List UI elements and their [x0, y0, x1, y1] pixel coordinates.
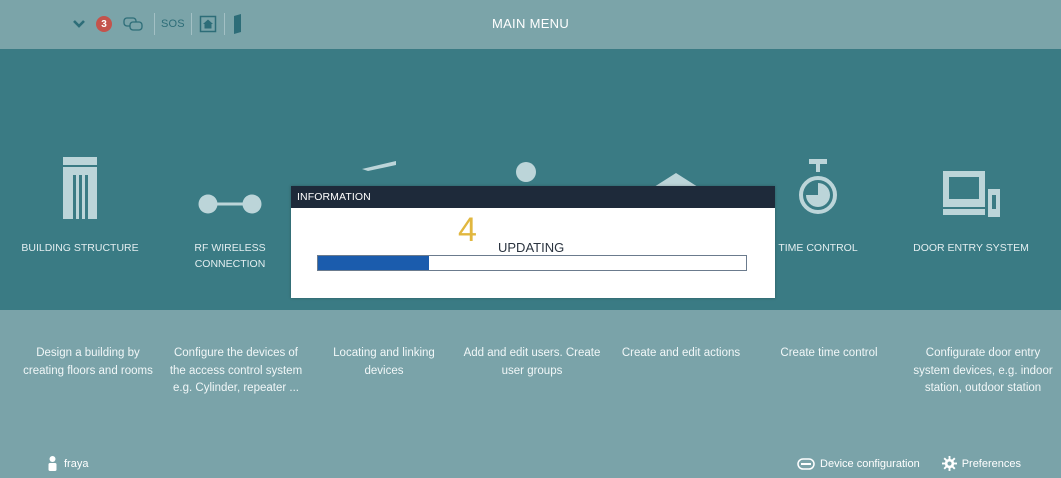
- information-dialog: INFORMATION 4 UPDATING: [291, 186, 775, 298]
- tile-description: Create time control: [780, 347, 878, 359]
- link-icon: [160, 159, 300, 219]
- progress-bar: [317, 255, 747, 271]
- tile-description: Configure the devices of the access cont…: [169, 347, 303, 394]
- tile-label: DOOR ENTRY SYSTEM: [913, 242, 1029, 254]
- user-icon: [48, 456, 57, 471]
- tile-label: BUILDING STRUCTURE: [21, 242, 139, 254]
- tile-building-structure[interactable]: BUILDING STRUCTURE: [10, 49, 150, 310]
- tile-label: RF WIRELESS CONNECTION: [194, 242, 266, 270]
- device-configuration-button[interactable]: Device configuration: [797, 458, 920, 470]
- footer-actions: Device configuration Preferences: [775, 456, 1021, 471]
- device-icon: [797, 457, 815, 470]
- tile-description: Create and edit actions: [621, 347, 741, 359]
- door-entry-icon: [901, 159, 1041, 219]
- preferences-button[interactable]: Preferences: [941, 456, 1021, 471]
- tile-description: Configurate door entry system devices, e…: [913, 347, 1053, 394]
- dialog-title: INFORMATION: [291, 186, 775, 208]
- building-icon: [10, 157, 150, 219]
- tile-description: Locating and linking devices: [333, 347, 435, 377]
- user-info[interactable]: fraya: [48, 456, 88, 471]
- page-title: MAIN MENU: [491, 16, 570, 31]
- tile-description: Design a building by creating floors and…: [23, 347, 153, 377]
- gear-icon: [941, 456, 957, 471]
- countdown-number: 4: [458, 211, 477, 249]
- tile-rf-wireless[interactable]: RF WIRELESS CONNECTION: [160, 49, 300, 310]
- progress-fill: [318, 256, 430, 270]
- preferences-label: Preferences: [961, 457, 1021, 470]
- top-bar: 3 SOS MAIN MENU: [0, 0, 1061, 49]
- tile-description: Add and edit users. Create user groups: [463, 347, 601, 377]
- device-configuration-label: Device configuration: [820, 457, 920, 470]
- username: fraya: [64, 457, 89, 470]
- tile-door-entry[interactable]: DOOR ENTRY SYSTEM: [901, 49, 1041, 310]
- status-text: UPDATING: [498, 240, 565, 255]
